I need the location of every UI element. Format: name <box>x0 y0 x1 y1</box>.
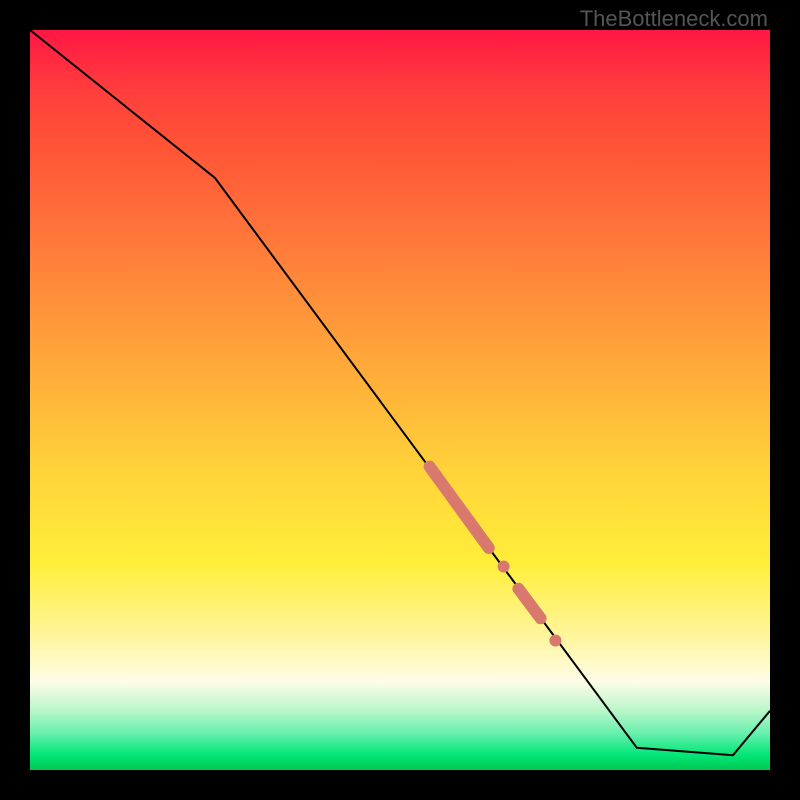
highlight-segment <box>430 467 489 548</box>
chart-svg <box>30 30 770 770</box>
highlight-point <box>549 635 561 647</box>
highlight-segment <box>518 589 540 619</box>
watermark-text: TheBottleneck.com <box>580 6 768 32</box>
bottleneck-curve <box>30 30 770 755</box>
highlight-point <box>498 561 510 573</box>
